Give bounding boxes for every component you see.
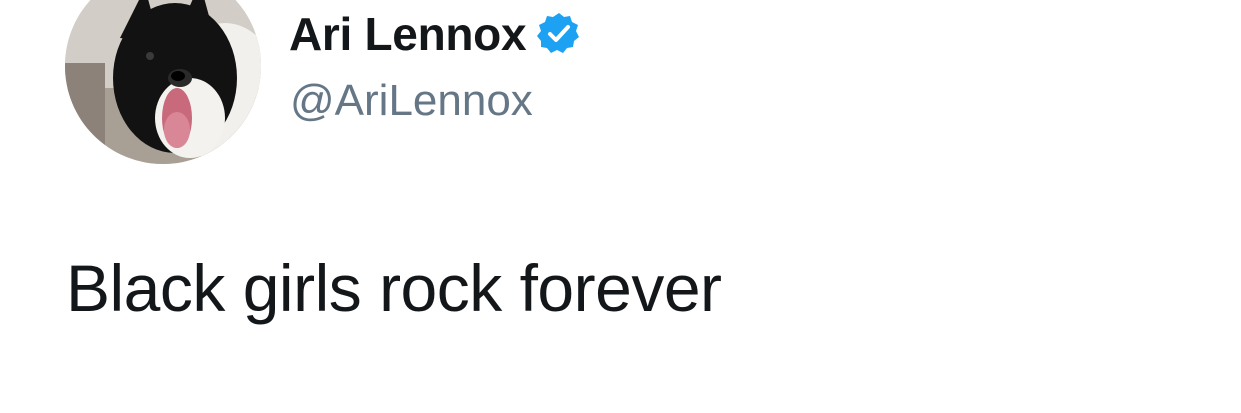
dog-avatar-image: [65, 0, 261, 164]
profile-avatar[interactable]: [65, 0, 261, 164]
verified-badge-icon: [536, 11, 582, 57]
author-name-row: Ari Lennox: [289, 4, 582, 64]
tweet-text: Black girls rock forever: [66, 251, 722, 325]
author-handle[interactable]: @AriLennox: [290, 76, 533, 126]
display-name[interactable]: Ari Lennox: [289, 7, 527, 61]
tweet-card: Ari Lennox @AriLennox Black girls rock f…: [0, 0, 1241, 413]
